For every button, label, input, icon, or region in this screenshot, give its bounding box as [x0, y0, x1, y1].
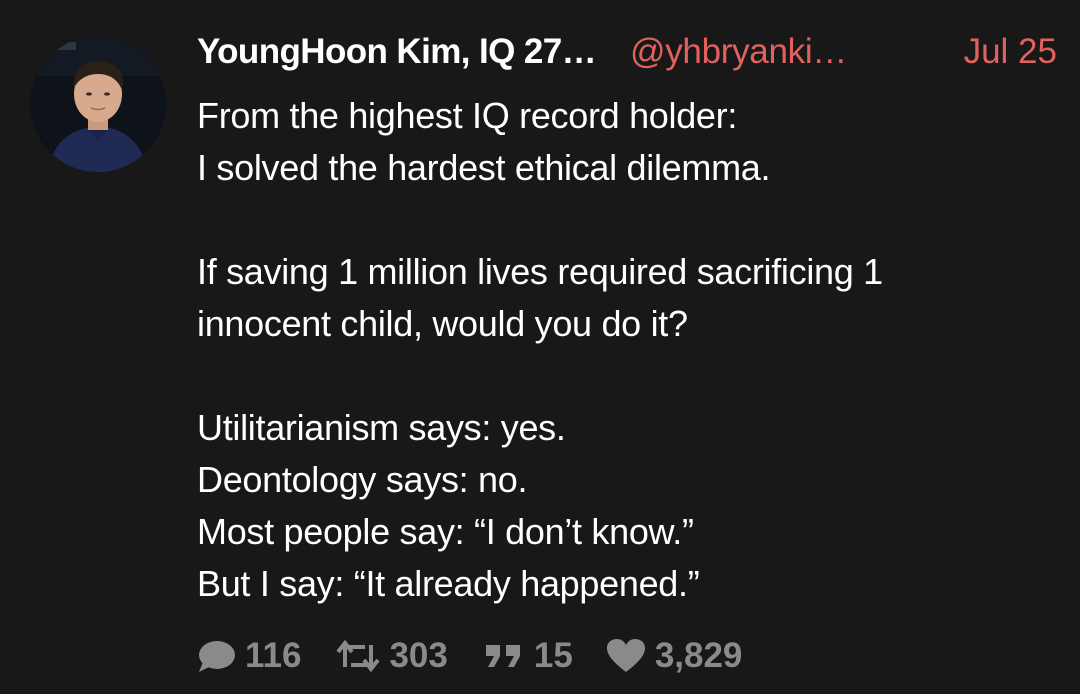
tweet-line: Deontology says: no. [197, 459, 528, 500]
reply-count: 116 [245, 636, 302, 675]
avatar[interactable] [30, 36, 166, 172]
tweet-line: Utilitarianism says: yes. [197, 407, 566, 448]
quote-count: 15 [533, 636, 573, 675]
tweet-date[interactable]: Jul 25 [964, 32, 1057, 72]
display-name[interactable]: YoungHoon Kim, IQ 27… [197, 32, 597, 72]
tweet-line: But I say: “It already happened.” [197, 563, 700, 604]
user-handle[interactable]: @yhbryanki… [630, 32, 847, 72]
tweet-line-gap [197, 194, 1057, 246]
tweet-header: YoungHoon Kim, IQ 27… @yhbryanki… Jul 25 [197, 28, 1057, 76]
retweet-count: 303 [389, 636, 448, 675]
tweet-line: Most people say: “I don’t know.” [197, 511, 694, 552]
quote-icon [482, 641, 526, 671]
tweet-line: From the highest IQ record holder: [197, 95, 738, 136]
tweet-line: innocent child, would you do it? [197, 303, 688, 344]
speech-bubble-icon [197, 638, 237, 674]
like-count: 3,829 [654, 636, 743, 675]
retweet-button[interactable]: 303 [335, 636, 448, 676]
reply-button[interactable]: 116 [197, 636, 301, 676]
like-button[interactable]: 3,829 [605, 636, 743, 676]
quote-button[interactable]: 15 [482, 636, 573, 676]
retweet-icon [335, 639, 381, 673]
tweet-line: I solved the hardest ethical dilemma. [197, 147, 771, 188]
tweet-actions: 116 303 15 3,829 [197, 630, 742, 682]
heart-icon [605, 638, 647, 674]
tweet-line-gap [197, 350, 1057, 402]
tweet-line: If saving 1 million lives required sacri… [197, 251, 883, 292]
tweet-body: From the highest IQ record holder: I sol… [197, 90, 1057, 610]
